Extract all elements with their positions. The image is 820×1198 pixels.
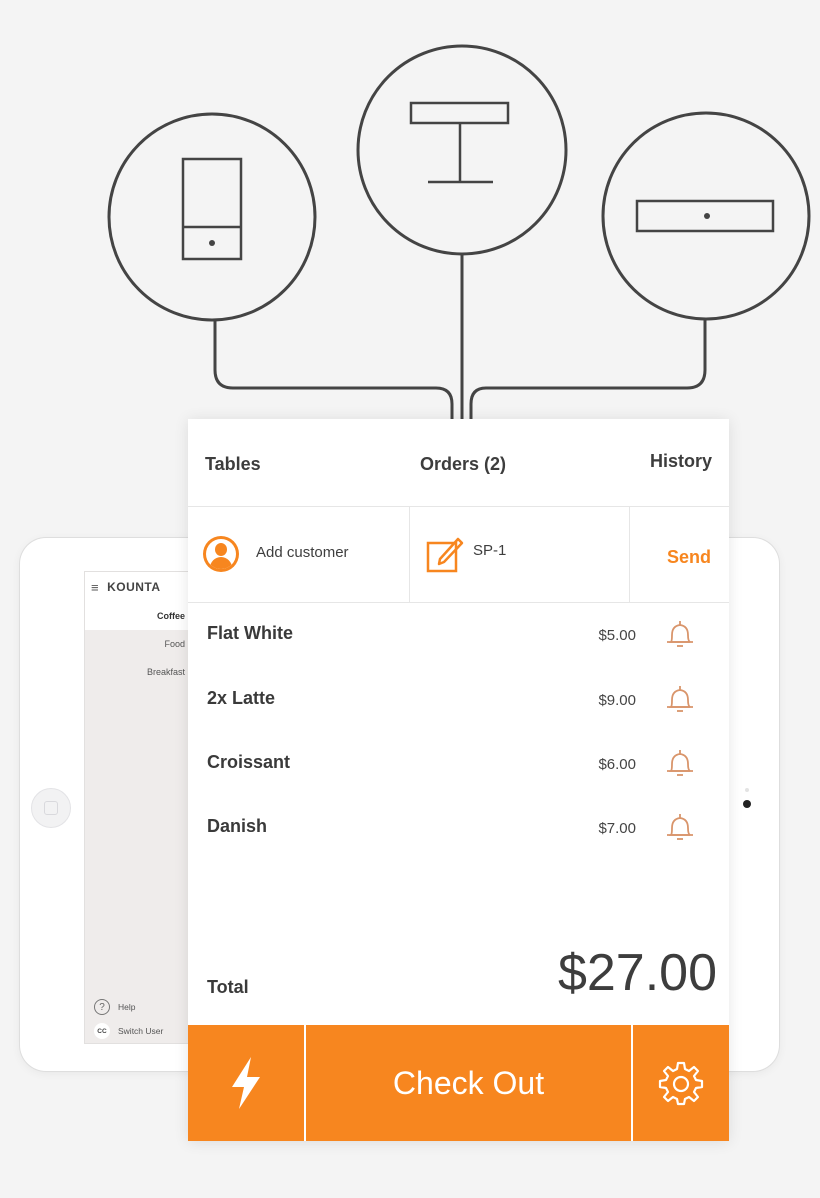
item-name: Danish <box>207 816 268 836</box>
kitchen-printer-circle <box>356 44 568 256</box>
help-icon: ? <box>94 999 110 1015</box>
quick-sale-button[interactable] <box>188 1025 306 1141</box>
bell-icon[interactable] <box>664 810 696 844</box>
total-amount: $27.00 <box>557 944 717 1002</box>
gear-icon <box>658 1061 704 1106</box>
order-panel: Tables Orders (2) History Add customer S… <box>188 419 729 1141</box>
brand-logo: KOUNTA <box>107 580 161 594</box>
help-label: Help <box>118 1002 136 1012</box>
order-tabs: Tables Orders (2) History <box>188 419 729 507</box>
order-code: SP-1 <box>473 542 507 559</box>
send-label: Send <box>666 547 711 567</box>
hamburger-menu-icon[interactable]: ≡ <box>91 580 99 595</box>
tablet-camera <box>743 800 751 808</box>
bell-icon[interactable] <box>664 617 696 651</box>
tab-tables[interactable]: Tables <box>205 454 261 475</box>
order-note-button[interactable]: SP-1 <box>410 507 630 602</box>
tablet-home-button <box>31 788 71 828</box>
item-name: Flat White <box>207 623 293 643</box>
bell-icon[interactable] <box>664 682 696 716</box>
help-link[interactable]: ? Help <box>85 995 189 1019</box>
order-item[interactable]: 2x Latte $9.00 <box>188 682 729 732</box>
switch-user-link[interactable]: CC Switch User <box>85 1019 189 1043</box>
item-price: $9.00 <box>598 692 636 709</box>
customer-icon <box>203 536 239 572</box>
docket-printer-circle <box>107 112 317 322</box>
customer-row: Add customer SP-1 Send <box>188 507 729 603</box>
item-price: $7.00 <box>598 820 636 837</box>
pos-sidebar: ≡ KOUNTA Coffee Food Breakfast ? Help CC… <box>84 571 190 1044</box>
item-price: $6.00 <box>598 756 636 773</box>
total-label: Total <box>207 977 249 997</box>
sidebar-header: ≡ KOUNTA <box>85 572 189 602</box>
checkout-button[interactable]: Check Out <box>306 1025 633 1141</box>
order-item[interactable]: Danish $7.00 <box>188 810 729 860</box>
order-item[interactable]: Croissant $6.00 <box>188 746 729 796</box>
printer-connection-illustration <box>107 44 811 419</box>
item-price: $5.00 <box>598 627 636 644</box>
send-button[interactable]: Send <box>630 507 729 602</box>
item-name: 2x Latte <box>207 688 276 708</box>
user-avatar: CC <box>94 1023 110 1039</box>
settings-button[interactable] <box>633 1025 729 1141</box>
sidebar-category-coffee[interactable]: Coffee <box>85 602 189 630</box>
checkout-label: Check Out <box>392 1064 545 1101</box>
add-customer-button[interactable]: Add customer <box>188 507 410 602</box>
tablet-sensor <box>745 788 749 792</box>
lightning-icon <box>232 1057 260 1109</box>
order-item[interactable]: Flat White $5.00 <box>188 617 729 667</box>
action-bar: Check Out <box>188 1025 729 1141</box>
tab-history[interactable]: History <box>650 451 712 472</box>
add-customer-label: Add customer <box>256 544 349 561</box>
bell-icon[interactable] <box>664 746 696 780</box>
sidebar-category-breakfast[interactable]: Breakfast <box>85 658 189 686</box>
edit-note-icon <box>426 537 464 573</box>
item-name: Croissant <box>207 752 291 772</box>
tab-orders[interactable]: Orders (2) <box>420 454 506 475</box>
switch-user-label: Switch User <box>118 1026 164 1036</box>
sidebar-category-food[interactable]: Food <box>85 630 189 658</box>
